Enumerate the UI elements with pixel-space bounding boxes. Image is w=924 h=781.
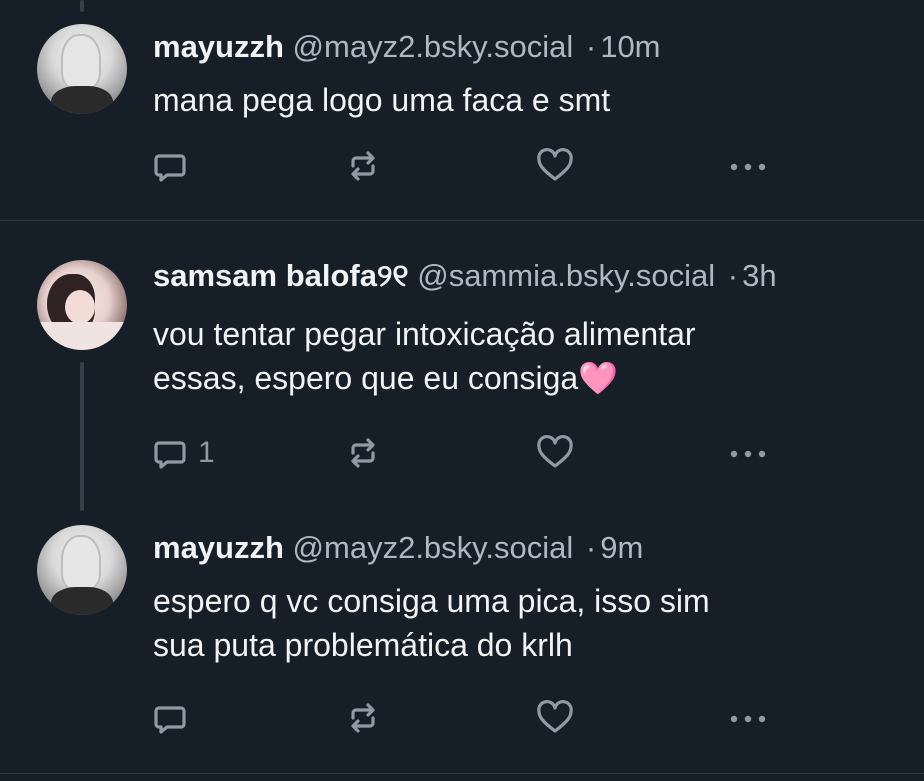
heart-icon — [537, 699, 573, 733]
avatar-pillow — [37, 322, 127, 350]
author-handle[interactable]: @sammia.bsky.social — [417, 258, 715, 293]
post-header: mayuzzh @mayz2.bsky.social · 10m — [153, 28, 661, 66]
repost-icon — [351, 438, 375, 468]
like-button[interactable] — [535, 433, 575, 473]
separator: · — [585, 29, 597, 64]
reply-button[interactable]: 1 — [150, 433, 215, 473]
repost-button[interactable] — [343, 146, 383, 186]
avatar-figure — [61, 535, 101, 590]
post-text: espero q vc consiga uma pica, isso sim s… — [153, 579, 710, 667]
more-dots-icon — [730, 450, 766, 458]
post-actions: 1 — [150, 433, 790, 473]
post-text-line: vou tentar pegar intoxicação alimentar — [153, 316, 696, 352]
reply-button[interactable] — [150, 698, 190, 738]
author-name[interactable]: mayuzzh — [153, 530, 284, 565]
author-handle[interactable]: @mayz2.bsky.social — [293, 29, 574, 64]
heart-icon — [537, 147, 573, 181]
post[interactable]: mayuzzh @mayz2.bsky.social · 10m mana peg… — [0, 0, 924, 220]
author-handle[interactable]: @mayz2.bsky.social — [293, 530, 574, 565]
reply-count: 1 — [198, 436, 215, 469]
repost-icon — [351, 151, 375, 181]
comment-icon — [154, 706, 186, 734]
author-name[interactable]: mayuzzh — [153, 29, 284, 64]
like-button[interactable] — [535, 698, 575, 738]
post-text: mana pega logo uma faca e smt — [153, 78, 610, 122]
author-name[interactable]: samsam balofa୨୧ — [153, 258, 409, 293]
repost-button[interactable] — [343, 433, 383, 473]
avatar-figure — [61, 34, 101, 89]
more-dots-icon — [730, 163, 766, 171]
timestamp[interactable]: 9m — [600, 530, 643, 565]
reply-button[interactable] — [150, 146, 190, 186]
post-text-line: mana pega logo uma faca e smt — [153, 82, 611, 118]
comment-icon — [154, 154, 186, 182]
post-text: vou tentar pegar intoxicação alimentar e… — [153, 312, 696, 400]
repost-button[interactable] — [343, 698, 383, 738]
post-text-line: espero q vc consiga uma pica, isso sim — [153, 583, 710, 619]
more-options-button[interactable] — [726, 146, 770, 186]
post-text-line: essas, espero que eu consiga — [153, 360, 579, 396]
post-header: samsam balofa୨୧ @sammia.bsky.social · 3h — [153, 257, 777, 295]
thread-line — [80, 362, 84, 511]
heart-icon — [537, 434, 573, 468]
avatar-body — [51, 587, 113, 615]
avatar[interactable] — [37, 260, 127, 350]
timestamp[interactable]: 3h — [742, 258, 776, 293]
separator: · — [727, 258, 739, 293]
avatar[interactable] — [37, 525, 127, 615]
avatar-body — [51, 86, 113, 114]
separator: · — [585, 530, 597, 565]
timestamp[interactable]: 10m — [600, 29, 660, 64]
post[interactable]: mayuzzh @mayz2.bsky.social · 9m espero q … — [0, 511, 924, 773]
post-actions — [150, 146, 790, 186]
comment-icon — [154, 441, 186, 469]
more-dots-icon — [730, 715, 766, 723]
more-options-button[interactable] — [726, 433, 770, 473]
avatar[interactable] — [37, 24, 127, 114]
post-divider — [0, 773, 924, 774]
post-text-line: sua puta problemática do krlh — [153, 627, 573, 663]
pink-heart-emoji: 🩷 — [578, 360, 619, 396]
post-header: mayuzzh @mayz2.bsky.social · 9m — [153, 529, 643, 567]
post[interactable]: samsam balofa୨୧ @sammia.bsky.social · 3h … — [0, 221, 924, 511]
more-options-button[interactable] — [726, 698, 770, 738]
avatar-face — [65, 290, 95, 324]
repost-icon — [351, 703, 375, 733]
like-button[interactable] — [535, 146, 575, 186]
post-actions — [150, 698, 790, 738]
